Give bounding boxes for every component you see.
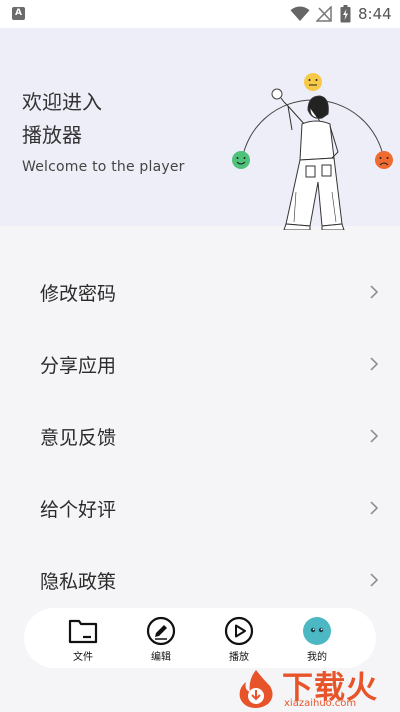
- person-with-mood-faces-illustration: [232, 73, 393, 230]
- menu-item-label: 分享应用: [40, 355, 117, 377]
- tab-mine[interactable]: 我的: [281, 608, 353, 668]
- menu-item-label: 修改密码: [40, 283, 117, 305]
- bottom-tab-bar: 文件 编辑 播放 我的: [24, 608, 376, 668]
- menu-item-label: 给个好评: [40, 499, 117, 521]
- notification-a-icon: A: [12, 7, 25, 20]
- welcome-title: 欢迎进入 播放器: [22, 86, 102, 152]
- tab-files-label: 文件: [73, 652, 93, 663]
- site-watermark: 下载火 xiazaihuo.com: [236, 662, 400, 712]
- tab-play-label: 播放: [229, 652, 249, 663]
- wifi-icon: [290, 6, 310, 22]
- status-clock: 8:44: [358, 5, 392, 23]
- person-figure: [280, 95, 345, 230]
- welcome-title-line-2: 播放器: [22, 123, 82, 147]
- chevron-right-icon: [370, 573, 379, 587]
- profile-avatar-icon: [303, 617, 331, 645]
- sad-face-icon: [375, 151, 393, 169]
- pencil-icon: [146, 616, 176, 646]
- menu-item-label: 意见反馈: [40, 427, 117, 449]
- happy-face-icon: [232, 151, 250, 169]
- chevron-right-icon: [370, 357, 379, 371]
- menu-item-rate-app[interactable]: 给个好评: [0, 472, 400, 544]
- tab-edit[interactable]: 编辑: [125, 608, 197, 668]
- tab-mine-label: 我的: [307, 652, 327, 663]
- welcome-title-line-1: 欢迎进入: [22, 90, 102, 114]
- menu-item-feedback[interactable]: 意见反馈: [0, 400, 400, 472]
- welcome-subtitle: Welcome to the player: [22, 159, 185, 175]
- chevron-right-icon: [370, 429, 379, 443]
- folder-icon: [68, 619, 98, 644]
- welcome-banner: 欢迎进入 播放器 Welcome to the player: [0, 28, 400, 230]
- status-bar: A 8:44: [0, 0, 400, 28]
- menu-item-privacy-policy[interactable]: 隐私政策: [0, 544, 400, 616]
- signal-icon: [316, 6, 332, 22]
- battery-charging-icon: [340, 5, 351, 23]
- menu-item-change-password[interactable]: 修改密码: [0, 256, 400, 328]
- play-icon: [224, 616, 254, 646]
- neutral-face-icon: [304, 73, 322, 91]
- chevron-right-icon: [370, 501, 379, 515]
- tab-edit-label: 编辑: [151, 652, 171, 663]
- flame-download-logo-icon: [239, 670, 273, 708]
- chevron-right-icon: [370, 285, 379, 299]
- tab-play[interactable]: 播放: [203, 608, 275, 668]
- watermark-domain: xiazaihuo.com: [284, 698, 357, 709]
- menu-item-share-app[interactable]: 分享应用: [0, 328, 400, 400]
- tab-files[interactable]: 文件: [47, 608, 119, 668]
- menu-item-label: 隐私政策: [40, 571, 117, 593]
